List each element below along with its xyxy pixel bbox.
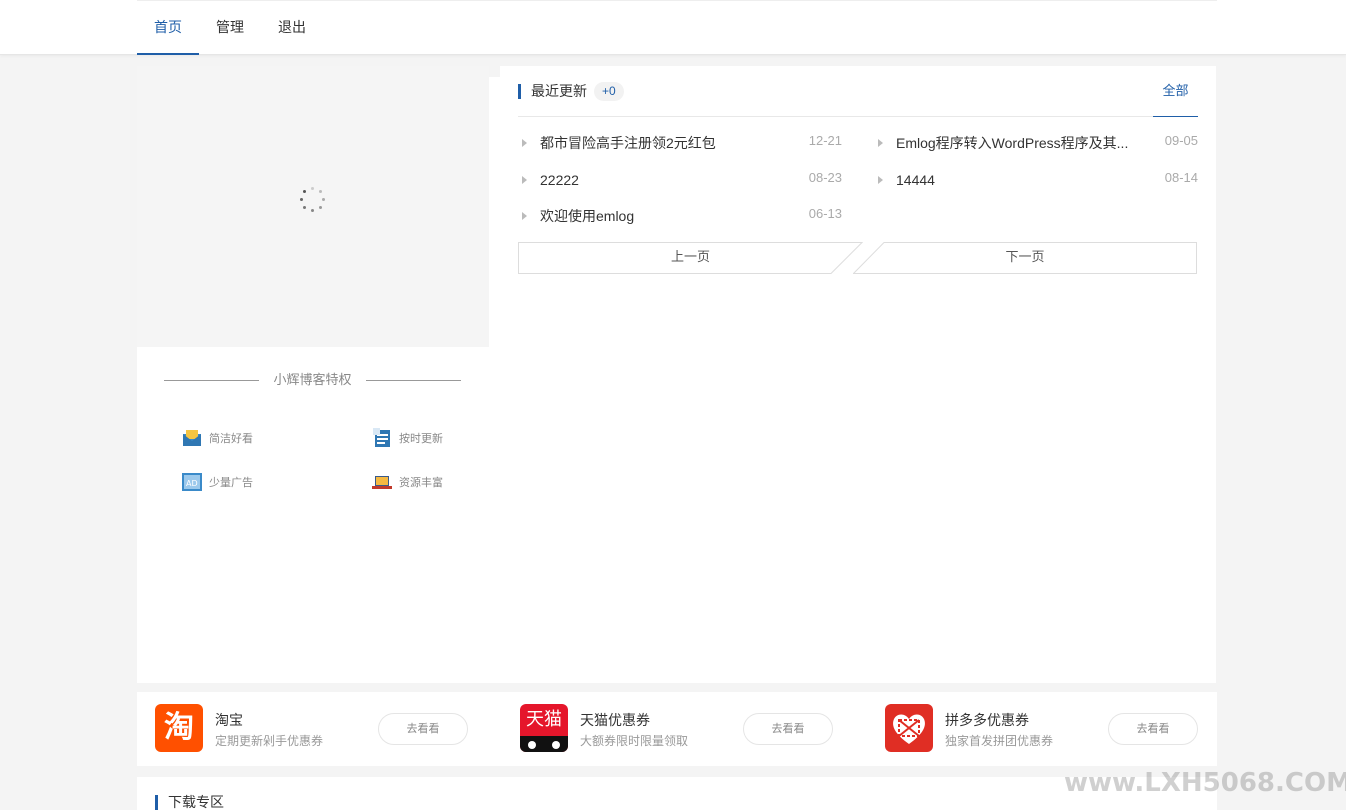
prev-page-label: 上一页	[670, 249, 710, 264]
privilege-item: 按时更新	[372, 428, 443, 448]
list-item[interactable]: 都市冒险高手注册领2元红包 12-21	[522, 133, 842, 153]
post-title[interactable]: 22222	[540, 170, 579, 190]
post-date: 08-23	[808, 170, 842, 185]
post-title[interactable]: Emlog程序转入WordPress程序及其...	[896, 133, 1136, 153]
section-title: 最近更新	[531, 83, 587, 99]
coupon-desc: 大额券限时限量领取	[580, 734, 689, 748]
document-icon	[372, 428, 392, 448]
coupon-name: 拼多多优惠券	[945, 712, 1029, 728]
privilege-item-label: 按时更新	[399, 433, 443, 445]
tab-all[interactable]: 全部	[1153, 77, 1198, 117]
privilege-title: 小辉博客特权	[164, 372, 461, 388]
coupon-desc: 定期更新剁手优惠券	[215, 734, 324, 748]
post-title[interactable]: 14444	[896, 170, 935, 190]
top-navbar: 首页 管理 退出	[0, 0, 1346, 55]
caret-right-icon	[878, 176, 883, 184]
watermark: www.LXH5068.COM	[1064, 768, 1346, 798]
nav-menu: 首页 管理 退出	[137, 0, 323, 55]
privilege-item-label: 简洁好看	[209, 433, 253, 445]
coupon-desc: 独家首发拼团优惠券	[945, 734, 1054, 748]
caret-right-icon	[878, 139, 883, 147]
post-date: 09-05	[1164, 133, 1198, 148]
privilege-item: 简洁好看	[182, 428, 253, 448]
list-item[interactable]: 欢迎使用emlog 06-13	[522, 206, 842, 226]
section-header: 最近更新 +0 全部	[518, 77, 1198, 117]
ad-icon: AD	[182, 472, 202, 492]
coupon-card-tmall: 天猫 天猫优惠券 大额券限时限量领取 去看看	[520, 704, 840, 752]
view-coupon-button[interactable]: 去看看	[1108, 713, 1198, 745]
prev-page-button[interactable]: 上一页	[518, 242, 863, 274]
caret-right-icon	[522, 212, 527, 220]
nav-item-manage[interactable]: 管理	[199, 0, 261, 55]
list-item[interactable]: 22222 08-23	[522, 170, 842, 190]
nav-item-logout[interactable]: 退出	[261, 0, 323, 55]
caret-right-icon	[522, 139, 527, 147]
tmall-logo-text: 天猫	[526, 709, 562, 729]
image-slider[interactable]	[137, 66, 489, 347]
taobao-logo-text: 淘	[164, 711, 194, 744]
loading-spinner-icon	[300, 187, 326, 213]
post-title[interactable]: 欢迎使用emlog	[540, 206, 634, 226]
privilege-item: 资源丰富	[372, 472, 443, 492]
post-title[interactable]: 都市冒险高手注册领2元红包	[540, 133, 790, 153]
privilege-item: AD 少量广告	[182, 472, 253, 492]
view-coupon-button[interactable]: 去看看	[743, 713, 833, 745]
divider	[366, 380, 461, 381]
next-page-label: 下一页	[1005, 249, 1045, 264]
privilege-panel: 小辉博客特权 简洁好看 按时更新 AD 少量广告 资源丰富	[137, 347, 489, 683]
pinduoduo-logo-icon	[885, 704, 933, 752]
list-item[interactable]: 14444 08-14	[878, 170, 1198, 190]
privilege-item-label: 少量广告	[209, 477, 253, 489]
coupon-name: 淘宝	[215, 712, 243, 728]
envelope-icon	[182, 428, 202, 448]
title-accent-bar	[518, 84, 521, 99]
panel-gap	[489, 77, 500, 683]
post-date: 06-13	[808, 206, 842, 221]
download-section-title: 下载专区	[168, 794, 224, 810]
list-item[interactable]: Emlog程序转入WordPress程序及其... 09-05	[878, 133, 1198, 153]
privilege-item-label: 资源丰富	[399, 477, 443, 489]
laptop-icon	[372, 472, 392, 492]
nav-item-home[interactable]: 首页	[137, 0, 199, 55]
post-date: 12-21	[808, 133, 842, 148]
download-section: 下载专区	[137, 777, 1217, 810]
coupon-bar: 淘 淘宝 定期更新剁手优惠券 去看看 天猫 天猫优惠券 大额券限时限量领取 去看…	[137, 692, 1217, 766]
next-page-button[interactable]: 下一页	[853, 242, 1197, 274]
recent-updates-panel: 最近更新 +0 全部 都市冒险高手注册领2元红包 12-21 Emlog程序转入…	[500, 66, 1216, 683]
view-coupon-button[interactable]: 去看看	[378, 713, 468, 745]
svg-text:AD: AD	[186, 479, 198, 488]
coupon-card-taobao: 淘 淘宝 定期更新剁手优惠券 去看看	[155, 704, 475, 752]
caret-right-icon	[522, 176, 527, 184]
coupon-name: 天猫优惠券	[580, 712, 650, 728]
post-date: 08-14	[1164, 170, 1198, 185]
coupon-card-pinduoduo: 拼多多优惠券 独家首发拼团优惠券 去看看	[885, 704, 1205, 752]
count-badge: +0	[594, 82, 624, 101]
tmall-logo-icon: 天猫	[520, 704, 568, 752]
title-accent-bar	[155, 795, 158, 810]
taobao-logo-icon: 淘	[155, 704, 203, 752]
